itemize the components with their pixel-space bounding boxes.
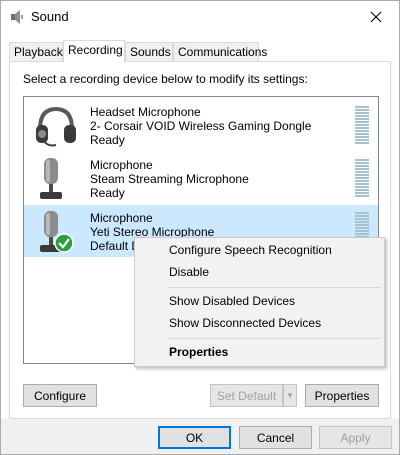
configure-button[interactable]: Configure [23,384,97,407]
device-description: 2- Corsair VOID Wireless Gaming Dongle [90,119,312,133]
menu-show-disabled-devices[interactable]: Show Disabled Devices [135,290,384,312]
microphone-icon [40,158,62,199]
level-meter [355,159,369,199]
device-status: Default D [90,239,141,253]
tab-recording[interactable]: Recording [63,40,125,62]
level-meter [355,106,369,146]
device-status: Ready [90,186,125,200]
device-row-headset[interactable]: Headset Microphone 2- Corsair VOID Wirel… [24,99,378,151]
device-name: Microphone [90,211,153,225]
menu-properties[interactable]: Properties [135,341,384,363]
menu-separator [167,338,381,339]
instruction-text: Select a recording device below to modif… [23,72,308,86]
sound-dialog: Sound Playback Recording Sounds Communic… [0,0,400,455]
device-status: Ready [90,133,125,147]
properties-button[interactable]: Properties [305,384,379,407]
device-row-steam-microphone[interactable]: Microphone Steam Streaming Microphone Re… [24,152,378,204]
microphone-default-icon [40,211,74,253]
device-description: Steam Streaming Microphone [90,172,249,186]
set-default-button[interactable]: Set Default [210,384,283,407]
apply-button[interactable]: Apply [319,426,392,449]
ok-button[interactable]: OK [158,426,231,449]
tab-sounds[interactable]: Sounds [125,42,173,61]
close-button[interactable] [353,1,399,32]
headset-icon [36,106,76,147]
menu-show-disconnected-devices[interactable]: Show Disconnected Devices [135,312,384,334]
cancel-button[interactable]: Cancel [239,426,312,449]
device-name: Headset Microphone [90,105,201,119]
speaker-icon [11,10,23,24]
tab-communications[interactable]: Communications [173,42,267,61]
set-default-dropdown[interactable]: ▼ [283,384,297,407]
tab-playback[interactable]: Playback [9,42,63,61]
close-icon [370,11,382,22]
menu-separator [167,287,381,288]
context-menu: Configure Speech Recognition Disable Sho… [134,237,385,367]
device-name: Microphone [90,158,153,172]
chevron-down-icon: ▼ [286,391,294,400]
menu-configure-speech-recognition[interactable]: Configure Speech Recognition [135,239,384,261]
title-bar[interactable]: Sound [1,1,399,32]
menu-disable[interactable]: Disable [135,261,384,283]
window-title: Sound [31,9,69,24]
